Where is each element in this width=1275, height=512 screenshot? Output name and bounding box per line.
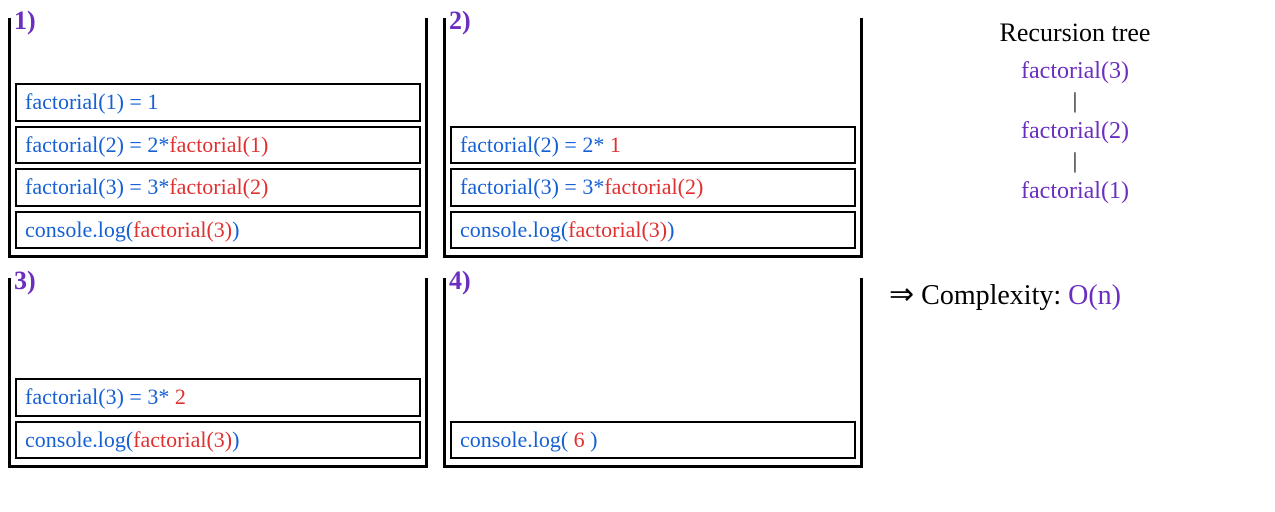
stack-frame: console.log( 6 ) [450, 421, 856, 459]
frame-text: ) [232, 217, 239, 242]
call-stack-grid: 1)factorial(1) = 1factorial(2) = 2*facto… [8, 8, 863, 468]
stack-label: 1) [14, 6, 36, 36]
frame-text: ) [232, 427, 239, 452]
stack-label: 3) [14, 266, 36, 296]
complexity-note: ⇒ Complexity: O(n) [889, 277, 1261, 312]
frame-text: 1 [147, 89, 158, 114]
stack-frame: console.log(factorial(3)) [15, 421, 421, 459]
frame-text: factorial(2) [169, 174, 268, 199]
tree-connector: | [889, 87, 1261, 116]
tree-connector: | [889, 147, 1261, 176]
frame-text: factorial(2) = 2* [25, 132, 169, 157]
frame-text: factorial(3) = 3* [25, 174, 169, 199]
complexity-label: Complexity: [921, 280, 1061, 311]
frame-text: 6 [574, 427, 585, 452]
stack-frame: console.log(factorial(3)) [450, 211, 856, 249]
stack-frame: factorial(3) = 3*factorial(2) [15, 168, 421, 206]
stack-frame: console.log(factorial(3)) [15, 211, 421, 249]
frame-text: factorial(2) = 2* [460, 132, 610, 157]
frame-text: ) [667, 217, 674, 242]
tree-node: factorial(2) [889, 116, 1261, 147]
stack-label: 4) [449, 266, 471, 296]
frame-text: factorial(2) [604, 174, 703, 199]
complexity-value: O(n) [1068, 280, 1121, 311]
stack-frame: factorial(1) = 1 [15, 83, 421, 121]
stack-container: console.log( 6 ) [443, 278, 863, 468]
side-panel: Recursion tree factorial(3)|factorial(2)… [883, 8, 1267, 468]
frame-text: console.log( [460, 217, 568, 242]
frame-text: factorial(3) [133, 427, 232, 452]
frame-text: ) [585, 427, 598, 452]
frame-text: factorial(1) [169, 132, 268, 157]
frame-text: factorial(3) [568, 217, 667, 242]
frame-text: 2 [175, 384, 186, 409]
frame-text: factorial(3) = 3* [25, 384, 175, 409]
frame-text: console.log( [460, 427, 574, 452]
arrow-icon: ⇒ [889, 278, 914, 311]
recursion-tree: factorial(3)|factorial(2)|factorial(1) [889, 56, 1261, 207]
frame-text: console.log( [25, 427, 133, 452]
stack-container: factorial(3) = 3* 2console.log(factorial… [8, 278, 428, 468]
frame-text: factorial(3) = 3* [460, 174, 604, 199]
stack-frame: factorial(2) = 2*factorial(1) [15, 126, 421, 164]
stack-frame: factorial(3) = 3* 2 [15, 378, 421, 416]
frame-text: factorial(1) = [25, 89, 147, 114]
call-stack-4: 4) console.log( 6 ) [443, 268, 863, 468]
frame-text: factorial(3) [133, 217, 232, 242]
tree-node: factorial(3) [889, 56, 1261, 87]
stack-frame: factorial(3) = 3*factorial(2) [450, 168, 856, 206]
stack-frame: factorial(2) = 2* 1 [450, 126, 856, 164]
stack-container: factorial(1) = 1factorial(2) = 2*factori… [8, 18, 428, 258]
tree-node: factorial(1) [889, 176, 1261, 207]
recursion-tree-title: Recursion tree [889, 18, 1261, 48]
call-stack-3: 3)factorial(3) = 3* 2console.log(factori… [8, 268, 428, 468]
call-stack-2: 2)factorial(2) = 2* 1factorial(3) = 3*fa… [443, 8, 863, 258]
stack-label: 2) [449, 6, 471, 36]
stack-container: factorial(2) = 2* 1factorial(3) = 3*fact… [443, 18, 863, 258]
frame-text: console.log( [25, 217, 133, 242]
call-stack-1: 1)factorial(1) = 1factorial(2) = 2*facto… [8, 8, 428, 258]
frame-text: 1 [610, 132, 621, 157]
